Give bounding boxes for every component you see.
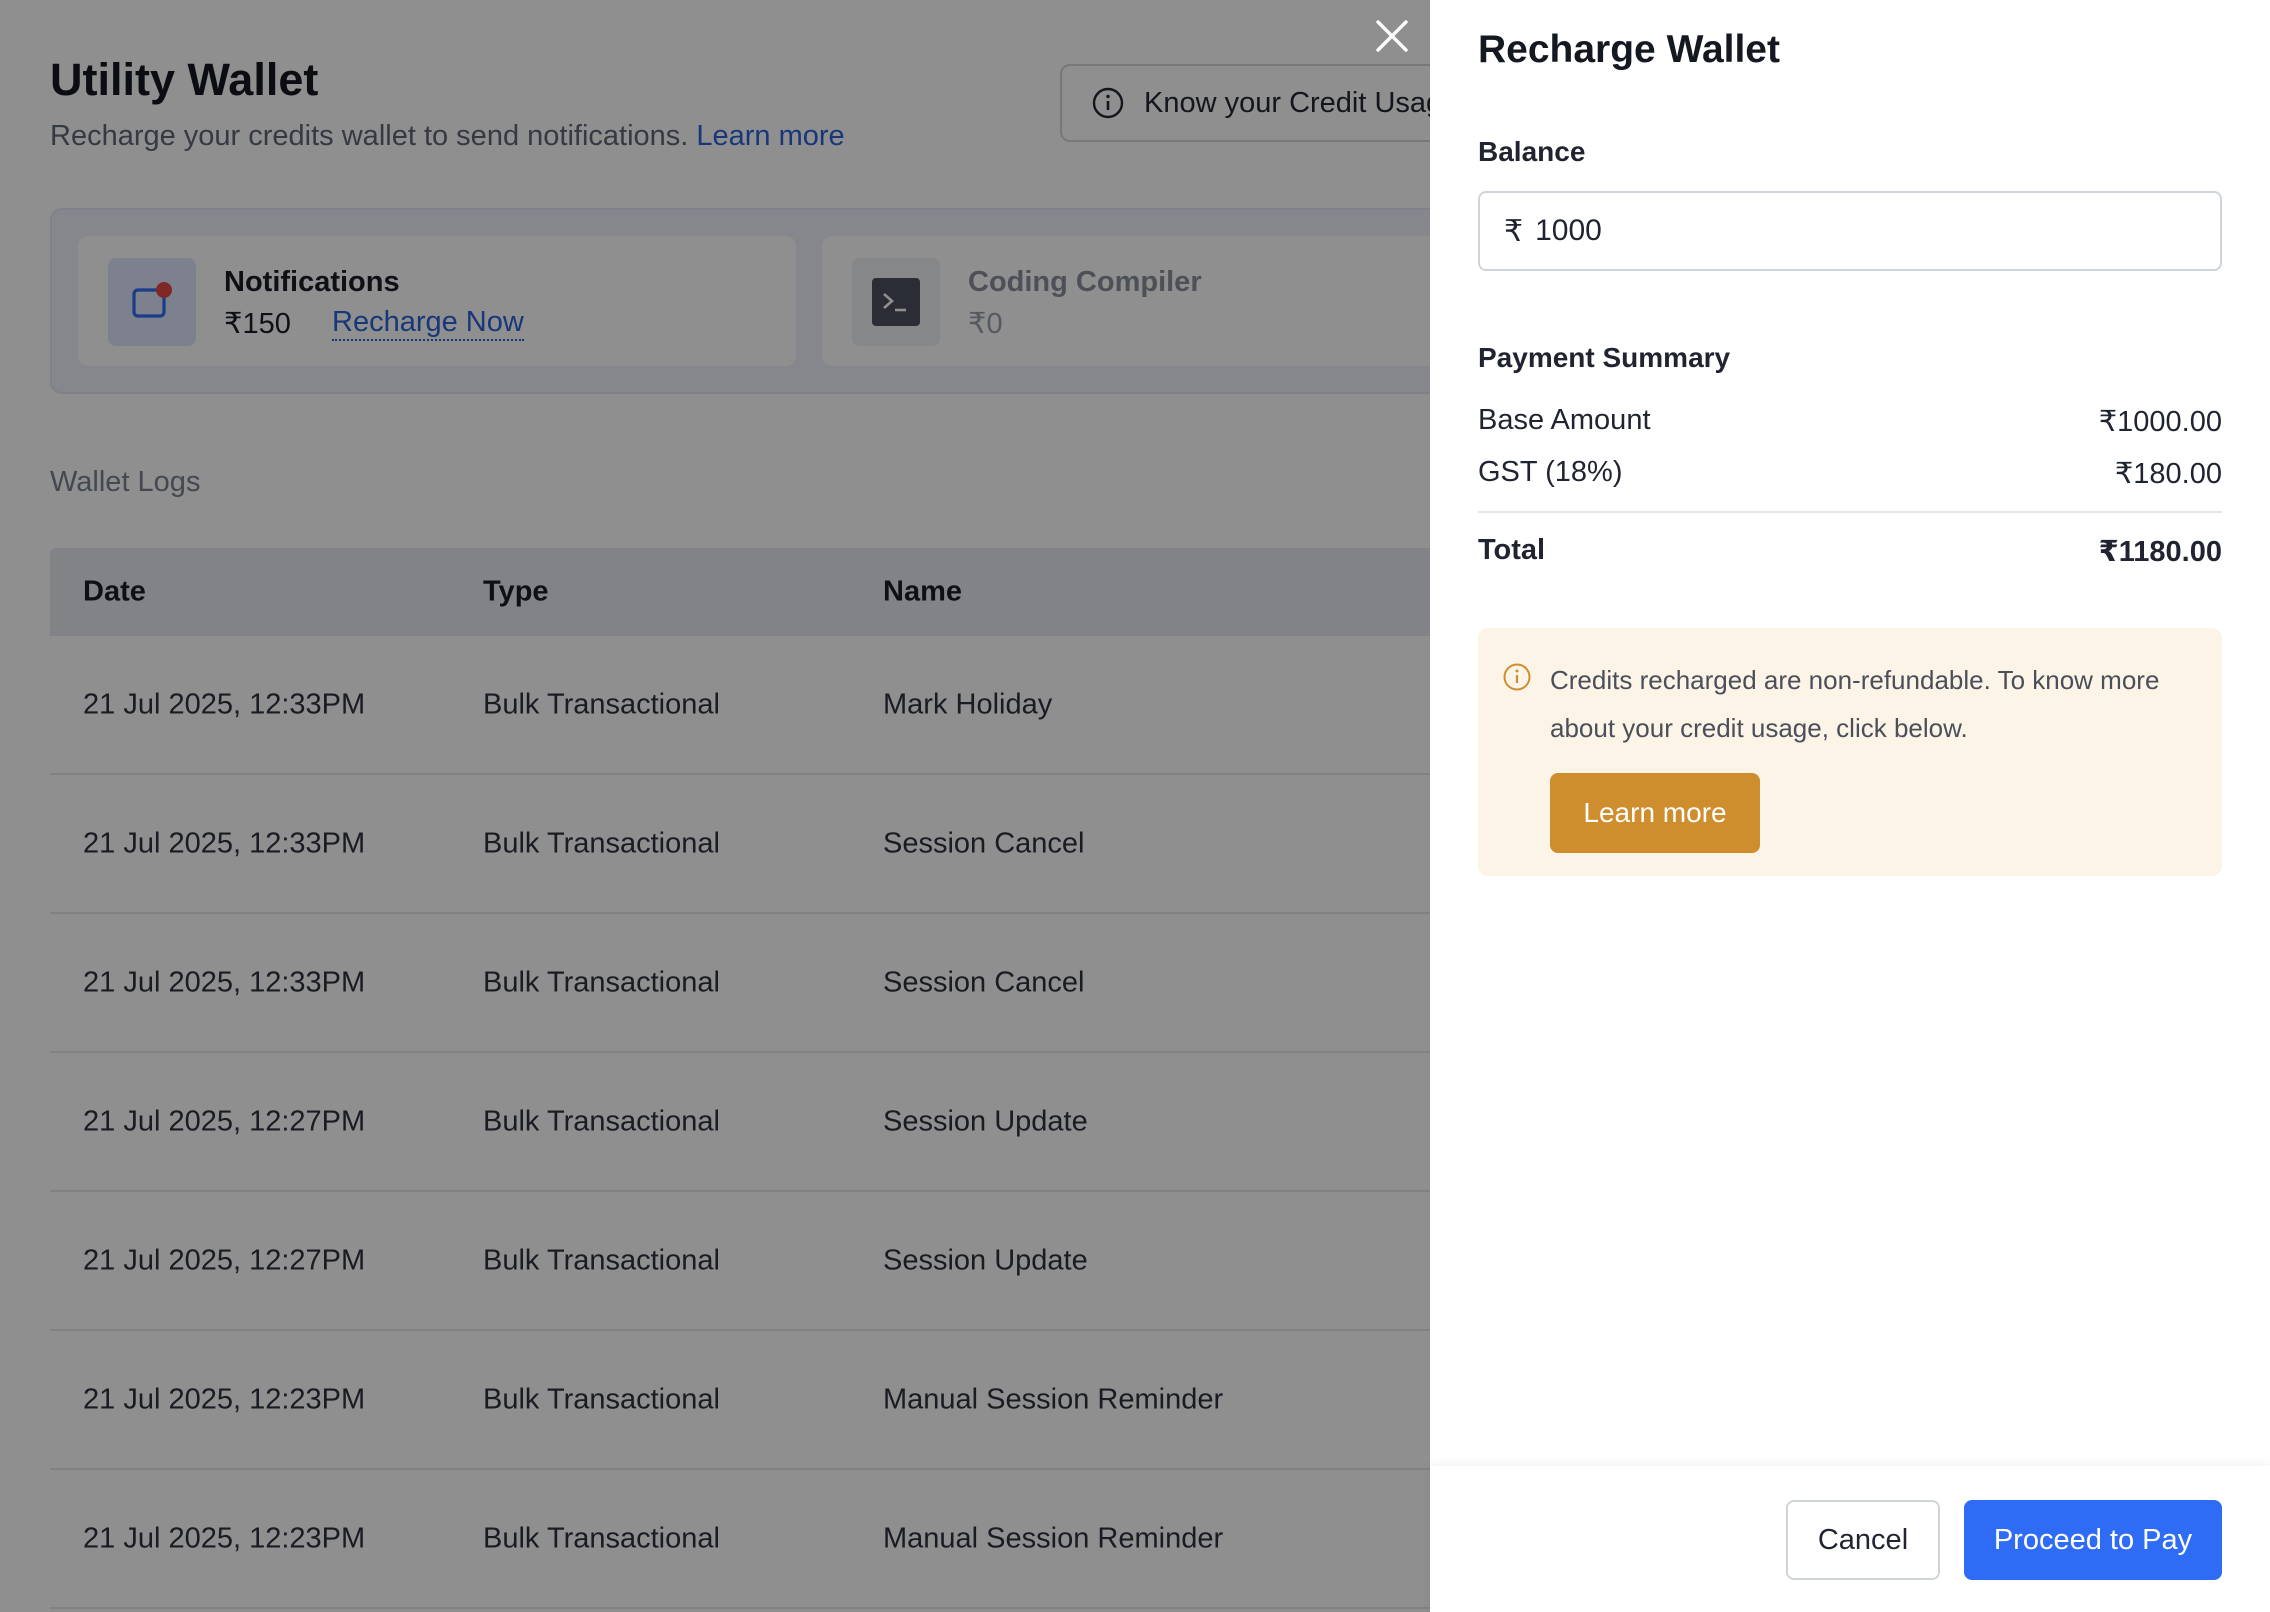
balance-label: Balance [1478,136,1586,167]
learn-more-button[interactable]: Learn more [1550,773,1760,853]
notice-text: Credits recharged are non-refundable. To… [1550,665,2160,743]
drawer-footer: Cancel Proceed to Pay [1430,1466,2270,1612]
total-row: Total ₹1180.00 [1478,534,2222,568]
proceed-to-pay-button[interactable]: Proceed to Pay [1964,1500,2222,1580]
refund-notice: Credits recharged are non-refundable. To… [1478,628,2222,876]
cancel-button[interactable]: Cancel [1786,1500,1940,1580]
gst-row: GST (18%) ₹180.00 [1478,456,2222,490]
summary-divider [1478,511,2222,513]
gst-value: ₹180.00 [2114,458,2222,490]
warning-info-icon [1503,663,1531,691]
base-amount-label: Base Amount [1478,404,1651,436]
drawer-title: Recharge Wallet [1478,28,1780,71]
close-icon[interactable] [1370,14,1414,58]
total-value: ₹1180.00 [2098,536,2222,568]
gst-label: GST (18%) [1478,456,1623,488]
base-amount-row: Base Amount ₹1000.00 [1478,404,2222,438]
total-label: Total [1478,534,1546,566]
base-amount-value: ₹1000.00 [2098,406,2222,438]
recharge-wallet-drawer: Recharge Wallet Balance ₹ Payment Summar… [1430,0,2270,1612]
balance-input[interactable] [1535,214,2136,248]
payment-summary-title: Payment Summary [1478,342,1731,373]
currency-symbol: ₹ [1504,214,1524,248]
balance-field[interactable]: ₹ [1478,191,2222,271]
modal-backdrop[interactable] [0,0,1430,1612]
